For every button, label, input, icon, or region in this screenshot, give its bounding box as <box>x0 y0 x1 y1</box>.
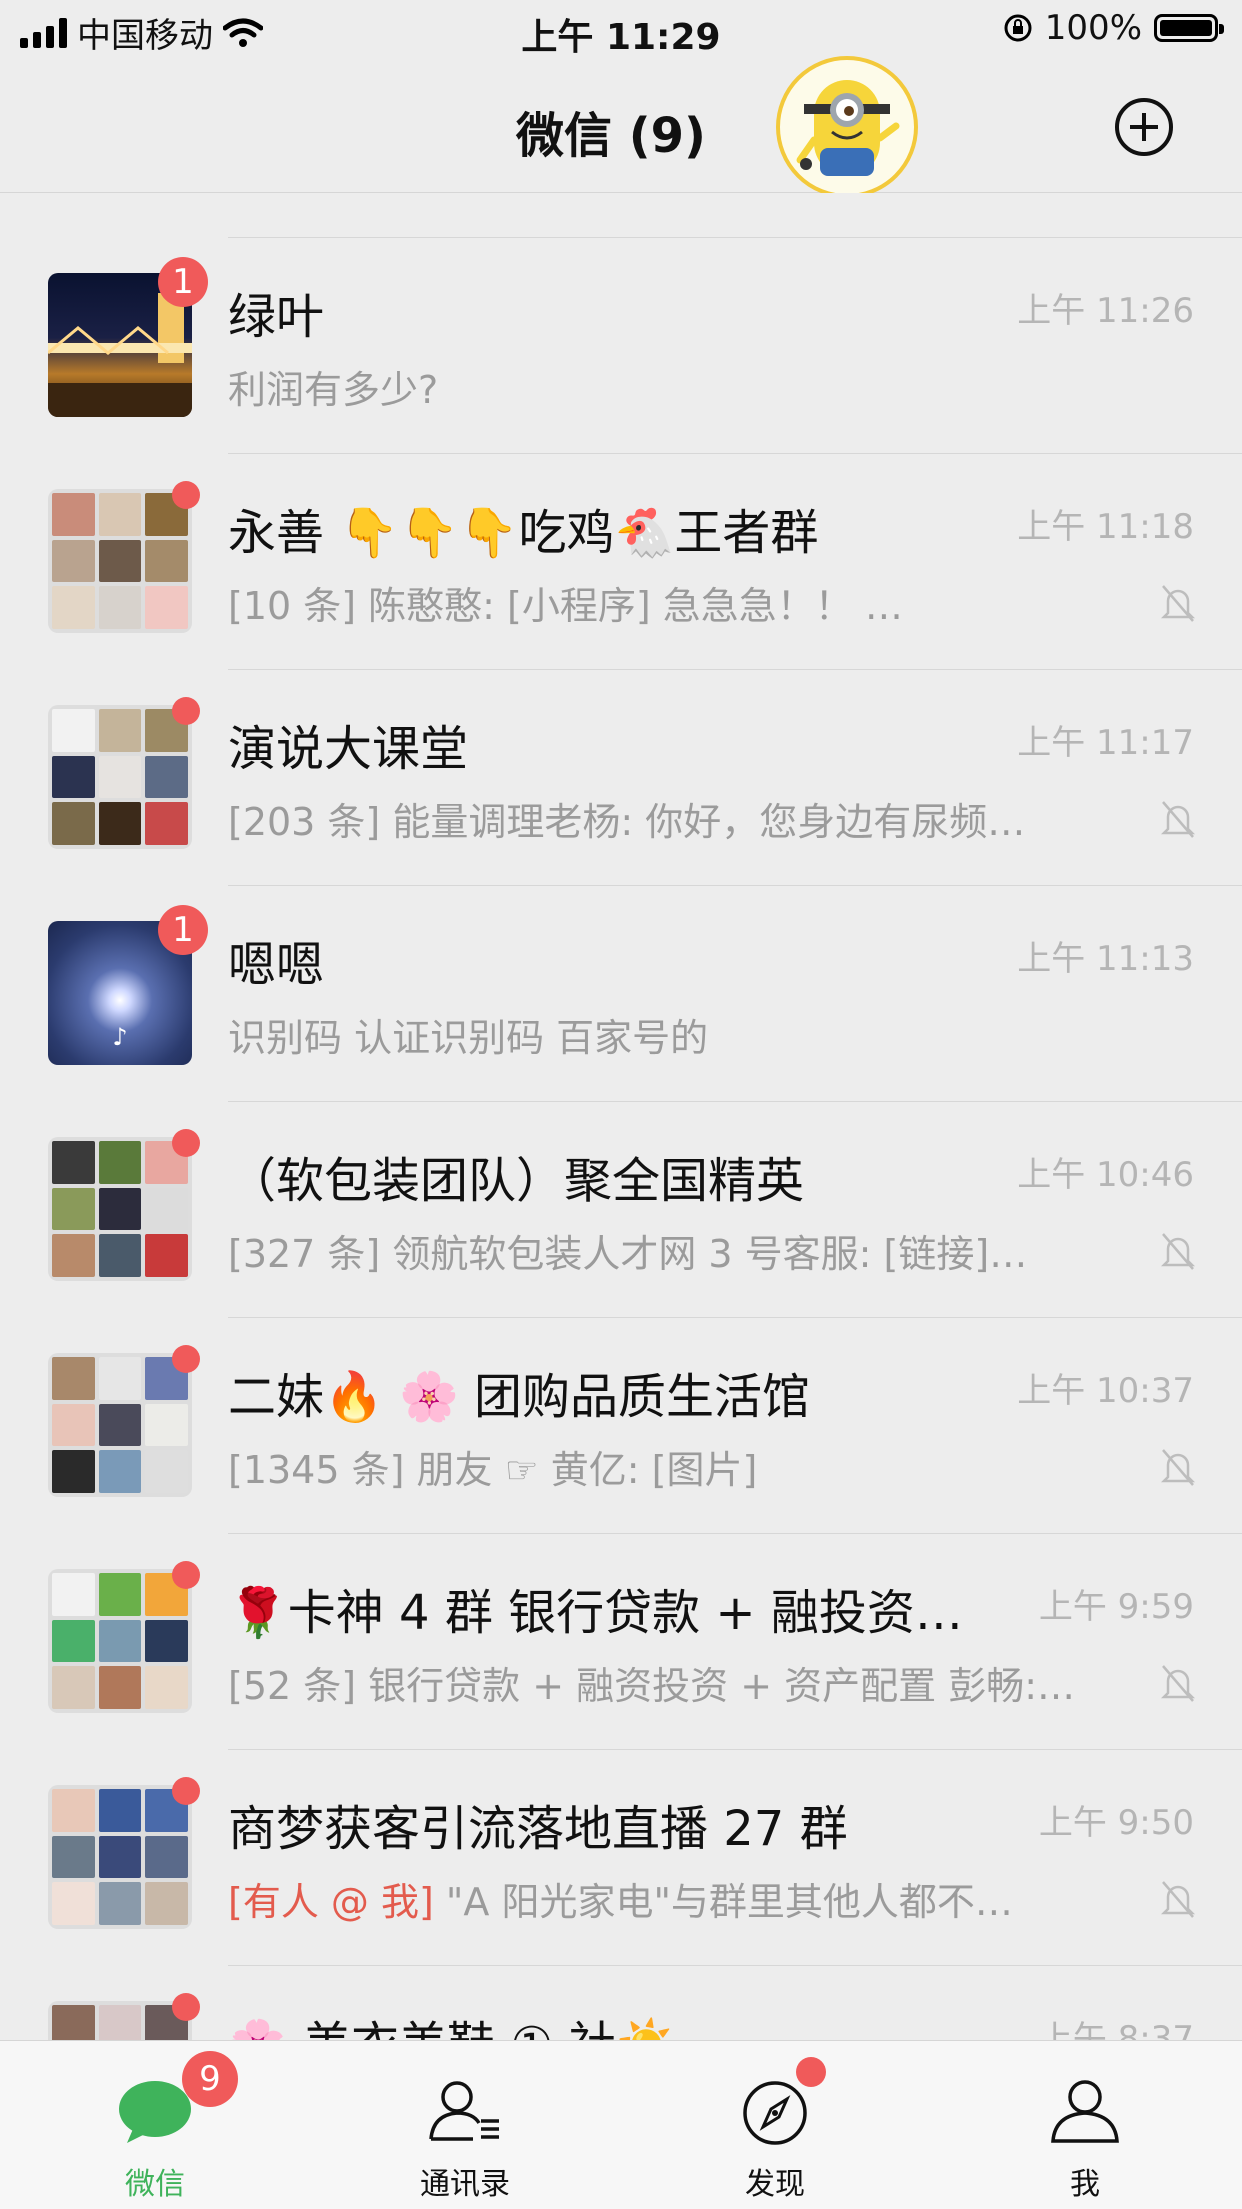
compass-icon <box>743 2081 807 2145</box>
unread-dot <box>172 481 200 509</box>
list-item[interactable]: 二妹🔥 🌸 团购品质生活馆 上午 10:37 [1345 条] 朋友 ☞ 黄亿:… <box>0 1317 1242 1533</box>
minion-avatar[interactable] <box>776 56 918 198</box>
list-item[interactable]: 商梦获客引流落地直播 27 群 上午 9:50 [有人 @ 我] "A 阳光家电… <box>0 1749 1242 1965</box>
divider <box>228 237 1242 238</box>
divider <box>228 885 1242 886</box>
person-icon <box>1051 2080 1119 2143</box>
divider <box>228 1533 1242 1534</box>
tab-label: 通讯录 <box>420 2167 510 2202</box>
list-item[interactable]: 1 绿叶 上午 11:26 利润有多少? <box>0 237 1242 453</box>
unread-dot <box>172 1345 200 1373</box>
chat-time: 上午 9:59 <box>1038 1587 1194 1627</box>
tab-label: 我 <box>1070 2167 1100 2202</box>
chat-preview: [327 条] 领航软包装人才网 3 号客服: [链接]… <box>228 1232 1028 1276</box>
tab-me[interactable]: 我 <box>930 2041 1240 2209</box>
battery-icon <box>1154 14 1224 42</box>
page-title: 微信 (9) <box>516 108 706 164</box>
chat-time: 上午 11:17 <box>1017 723 1194 763</box>
orientation-lock-icon <box>1004 14 1032 42</box>
chat-preview: [有人 @ 我] "A 阳光家电"与群里其他人都不… <box>228 1880 1013 1924</box>
tab-label: 发现 <box>745 2167 805 2202</box>
chat-preview: [52 条] 银行贷款 + 融资投资 + 资产配置 彭畅:… <box>228 1664 1076 1708</box>
unread-dot <box>172 1993 200 2021</box>
divider <box>228 1317 1242 1318</box>
unread-dot <box>172 1561 200 1589</box>
mute-bell-icon <box>1160 1449 1196 1486</box>
chat-time: 上午 11:13 <box>1017 939 1194 979</box>
group-avatar <box>48 705 192 849</box>
list-item[interactable]: 永善 👇👇👇吃鸡🐔王者群 上午 11:18 [10 条] 陈憨憨: [小程序] … <box>0 453 1242 669</box>
divider <box>228 453 1242 454</box>
group-avatar <box>48 1785 192 1929</box>
chat-name: 绿叶 <box>228 289 325 345</box>
chat-name: 🌹卡神 4 群 银行贷款 + 融投资… <box>228 1585 963 1641</box>
chat-time: 上午 11:26 <box>1017 291 1194 331</box>
chat-name: 嗯嗯 <box>228 937 325 993</box>
list-item[interactable]: ♪ 1 嗯嗯 上午 11:13 识别码 认证识别码 百家号的 <box>0 885 1242 1101</box>
group-avatar <box>48 1569 192 1713</box>
list-item[interactable]: 🌸 美衣美鞋 ① 社☀️ 上午 8:37 <box>0 1965 1242 2040</box>
tab-unread-dot <box>796 2057 826 2087</box>
unread-badge: 1 <box>158 905 208 955</box>
chat-name: （软包装团队）聚全国精英 <box>228 1153 805 1209</box>
chat-name: 二妹🔥 🌸 团购品质生活馆 <box>228 1369 811 1425</box>
chat-time: 上午 11:18 <box>1017 507 1194 547</box>
chat-name: 演说大课堂 <box>228 721 469 777</box>
tab-contacts[interactable]: 通讯录 <box>310 2041 620 2209</box>
divider <box>228 1749 1242 1750</box>
tab-unread-badge: 9 <box>182 2051 238 2107</box>
divider <box>228 1965 1242 1966</box>
unread-dot <box>172 697 200 725</box>
chat-time: 上午 9:50 <box>1038 1803 1194 1843</box>
chat-name: 商梦获客引流落地直播 27 群 <box>228 1801 848 1857</box>
chat-preview: 识别码 认证识别码 百家号的 <box>228 1016 709 1060</box>
status-right: 100% <box>1003 8 1224 48</box>
group-avatar <box>48 2001 192 2040</box>
chat-preview: [10 条] 陈憨憨: [小程序] 急急急！！ … <box>228 584 903 628</box>
chat-time: 上午 10:37 <box>1017 1371 1194 1411</box>
chat-time: 上午 8:37 <box>1038 2019 1194 2040</box>
svg-text:♪: ♪ <box>112 1023 127 1051</box>
tab-chats[interactable]: 9 微信 <box>0 2041 310 2209</box>
mute-bell-icon <box>1160 801 1196 838</box>
list-item[interactable]: 🌹卡神 4 群 银行贷款 + 融投资… 上午 9:59 [52 条] 银行贷款 … <box>0 1533 1242 1749</box>
group-avatar <box>48 1137 192 1281</box>
tab-discover[interactable]: 发现 <box>620 2041 930 2209</box>
group-avatar <box>48 489 192 633</box>
contacts-icon <box>429 2081 499 2141</box>
list-item[interactable]: 演说大课堂 上午 11:17 [203 条] 能量调理老杨: 你好，您身边有尿频… <box>0 669 1242 885</box>
battery-percent: 100% <box>1044 8 1142 48</box>
unread-dot <box>172 1777 200 1805</box>
status-bar: 中国移动 上午 11:29 100% <box>0 0 1242 62</box>
unread-dot <box>172 1129 200 1157</box>
nav-bar: 微信 (9) <box>0 56 1242 198</box>
mute-bell-icon <box>1160 585 1196 622</box>
chat-preview: 利润有多少? <box>228 368 439 412</box>
chat-preview: [1345 条] 朋友 ☞ 黄亿: [图片] <box>228 1448 758 1492</box>
chat-name: 🌸 美衣美鞋 ① 社☀️ <box>228 2005 676 2040</box>
mute-bell-icon <box>1160 1665 1196 1702</box>
tab-label: 微信 <box>125 2167 185 2202</box>
chat-preview: [203 条] 能量调理老杨: 你好，您身边有尿频… <box>228 800 1026 844</box>
minion-icon <box>796 80 900 176</box>
unread-badge: 1 <box>158 257 208 307</box>
chat-list[interactable]: 1 绿叶 上午 11:26 利润有多少? 永善 👇👇👇吃鸡🐔王者群 上午 11:… <box>0 193 1242 2040</box>
tab-bar: 9 微信 通讯录 发现 我 <box>0 2040 1242 2209</box>
divider <box>228 669 1242 670</box>
group-avatar <box>48 1353 192 1497</box>
chat-name: 永善 👇👇👇吃鸡🐔王者群 <box>228 505 819 561</box>
mute-bell-icon <box>1160 1233 1196 1270</box>
mute-bell-icon <box>1160 1881 1196 1918</box>
chat-time: 上午 10:46 <box>1017 1155 1194 1195</box>
divider <box>228 1101 1242 1102</box>
add-button[interactable] <box>1115 98 1173 156</box>
list-item[interactable]: （软包装团队）聚全国精英 上午 10:46 [327 条] 领航软包装人才网 3… <box>0 1101 1242 1317</box>
